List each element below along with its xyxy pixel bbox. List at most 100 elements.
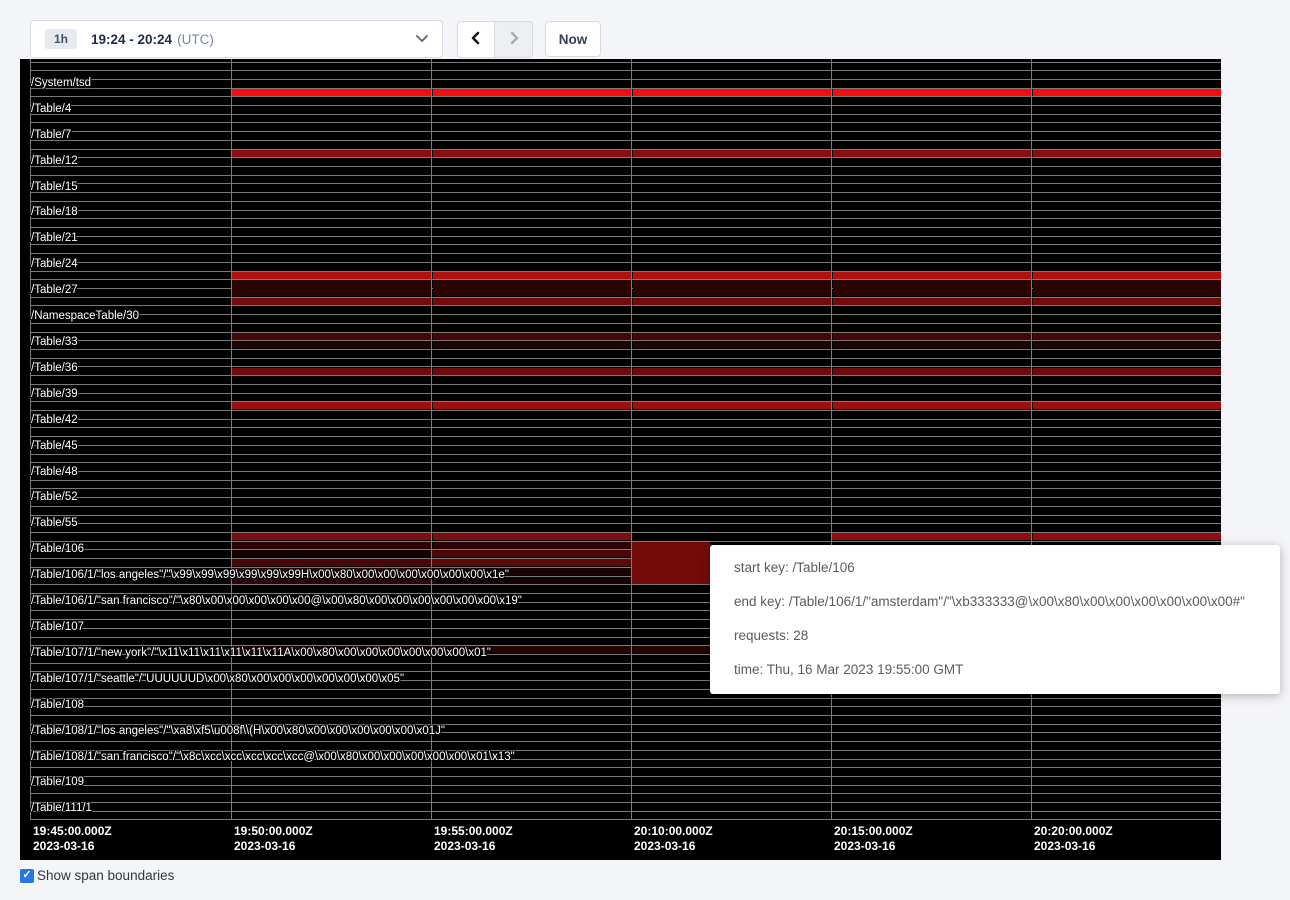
tick-date: 2023-03-16 <box>234 839 313 854</box>
heat-band <box>633 333 831 340</box>
row-label: /Table/39 <box>31 388 78 400</box>
heatmap-tooltip: start key: /Table/106 end key: /Table/10… <box>710 545 1280 694</box>
span-boundary-line <box>30 506 1221 507</box>
tick-date: 2023-03-16 <box>434 839 513 854</box>
span-boundary-line <box>30 210 1221 211</box>
span-boundary-line <box>30 515 1221 516</box>
span-boundary-line <box>30 349 1221 350</box>
span-boundary-line <box>30 715 1221 716</box>
heat-band <box>433 298 631 305</box>
span-boundary-line <box>30 79 1221 80</box>
span-boundary-line <box>30 227 1221 228</box>
heat-band <box>232 298 431 305</box>
span-boundary-line <box>30 62 1221 63</box>
row-label: /Table/12 <box>31 155 78 167</box>
heat-band <box>1033 533 1221 540</box>
time-range-selector[interactable]: 1h 19:24 - 20:24 (UTC) <box>30 20 443 58</box>
span-boundary-line <box>30 96 1221 97</box>
heat-band <box>433 272 631 279</box>
heat-band <box>232 89 431 96</box>
row-label: /Table/107 <box>31 621 84 633</box>
span-boundary-line <box>30 131 1221 132</box>
row-label: /Table/4 <box>31 103 71 115</box>
span-boundary-line <box>30 393 1221 394</box>
span-boundary-line <box>30 314 1221 315</box>
x-axis-tick: 20:20:00.000Z2023-03-16 <box>1034 824 1113 854</box>
span-boundary-line <box>30 183 1221 184</box>
span-boundary-line <box>30 776 1221 777</box>
heat-band <box>833 298 1031 305</box>
heat-band <box>232 150 431 157</box>
heat-band <box>433 89 631 96</box>
row-label: /Table/109 <box>31 776 84 788</box>
span-boundary-line <box>30 523 1221 524</box>
tick-time: 20:15:00.000Z <box>834 824 913 839</box>
heat-band <box>1033 280 1221 296</box>
heatmap-canvas[interactable]: /System/tsd/Table/4/Table/7/Table/12/Tab… <box>20 59 1221 860</box>
heat-band <box>1033 341 1221 348</box>
heat-band <box>833 333 1031 340</box>
span-boundary-line <box>30 767 1221 768</box>
tick-date: 2023-03-16 <box>33 839 112 854</box>
next-interval-button[interactable] <box>495 21 533 58</box>
span-boundary-line <box>30 384 1221 385</box>
row-label: /Table/21 <box>31 232 78 244</box>
row-label: /NamespaceTable/30 <box>31 310 139 322</box>
heat-band <box>833 341 1031 348</box>
heat-band <box>232 559 431 566</box>
span-boundary-line <box>30 262 1221 263</box>
x-axis-tick: 19:50:00.000Z2023-03-16 <box>234 824 313 854</box>
span-boundary-line <box>30 480 1221 481</box>
tick-time: 20:20:00.000Z <box>1034 824 1113 839</box>
heat-band <box>833 150 1031 157</box>
prev-interval-button[interactable] <box>457 21 495 58</box>
span-boundary-line <box>30 436 1221 437</box>
tick-date: 2023-03-16 <box>1034 839 1113 854</box>
span-boundary-line <box>30 323 1221 324</box>
span-boundary-line <box>30 114 1221 115</box>
span-boundary-line <box>30 741 1221 742</box>
heat-band <box>433 402 631 409</box>
tick-time: 20:10:00.000Z <box>634 824 713 839</box>
row-label: /Table/108/1/"san francisco"/"\x8c\xcc\x… <box>31 751 515 763</box>
tick-time: 19:45:00.000Z <box>33 824 112 839</box>
heat-band <box>433 280 631 296</box>
heat-band <box>232 341 431 348</box>
heat-band <box>432 559 631 566</box>
heat-band <box>833 89 1031 96</box>
span-boundary-line <box>30 358 1221 359</box>
heat-band <box>1033 89 1221 96</box>
tick-time: 19:50:00.000Z <box>234 824 313 839</box>
span-boundary-line <box>30 201 1221 202</box>
span-boundary-line <box>30 802 1221 803</box>
span-boundary-line <box>30 253 1221 254</box>
heat-band <box>232 272 431 279</box>
now-button[interactable]: Now <box>545 21 601 57</box>
span-boundary-line <box>30 497 1221 498</box>
row-label: /Table/27 <box>31 284 78 296</box>
span-boundary-line <box>30 166 1221 167</box>
row-label: /Table/24 <box>31 258 78 270</box>
column-boundary-line <box>831 59 832 820</box>
heat-band <box>232 542 431 549</box>
span-boundary-line <box>30 175 1221 176</box>
row-label: /System/tsd <box>31 77 91 89</box>
heat-band <box>433 150 631 157</box>
span-boundary-line <box>30 419 1221 420</box>
heat-band <box>1033 333 1221 340</box>
heat-band <box>633 298 831 305</box>
tooltip-end-key: end key: /Table/106/1/"amsterdam"/"\xb33… <box>734 591 1256 613</box>
span-boundary-line <box>30 192 1221 193</box>
row-label: /Table/111/1 <box>31 802 92 814</box>
heat-band <box>833 280 1031 296</box>
heat-band <box>633 402 831 409</box>
span-boundary-line <box>30 122 1221 123</box>
column-boundary-line <box>631 59 632 820</box>
checkmark-icon: ✓ <box>22 870 31 881</box>
span-boundary-line <box>30 157 1221 158</box>
heat-band <box>433 533 631 540</box>
show-span-boundaries-checkbox[interactable]: ✓ <box>20 869 34 883</box>
heat-band <box>633 368 831 375</box>
heat-band <box>433 333 631 340</box>
span-boundary-line <box>30 236 1221 237</box>
